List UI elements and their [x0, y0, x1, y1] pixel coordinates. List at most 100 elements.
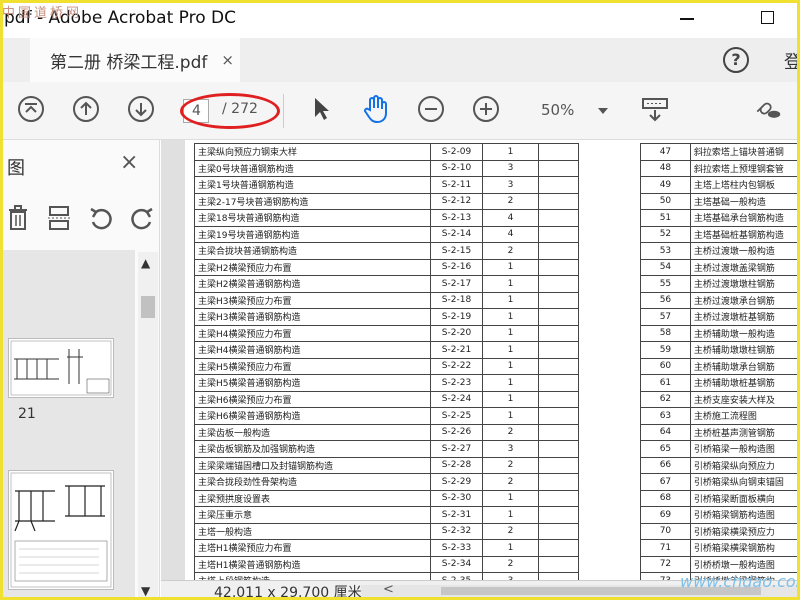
scroll-mode-icon[interactable]: [640, 94, 670, 124]
table-cell: 主梁H5横梁预应力布置: [194, 357, 431, 375]
table-cell: 61: [640, 374, 691, 392]
sign-in-link[interactable]: 登: [784, 48, 800, 74]
table-cell: [538, 522, 579, 540]
table-cell: 1: [482, 275, 539, 293]
zoom-in-icon[interactable]: [471, 94, 501, 124]
table-cell: 69: [640, 506, 691, 524]
help-icon[interactable]: ?: [723, 47, 749, 73]
table-row: 主梁18号块普通钢筋构造 S-2-13 4: [194, 209, 579, 227]
table-cell: [538, 506, 579, 524]
table-cell: 1: [482, 308, 539, 326]
table-cell: [538, 539, 579, 557]
table-cell: 引桥箱梁一般构造图: [689, 440, 800, 458]
table-cell: 主桥过渡墩墩柱钢筋: [689, 275, 800, 293]
table-cell: [538, 143, 579, 161]
rotate-left-icon[interactable]: [87, 204, 115, 236]
table-row: 67 引桥箱梁纵向钢束锚固: [640, 473, 800, 491]
table-cell: [538, 341, 579, 359]
document-tab[interactable]: 第二册 桥梁工程.pdf ×: [30, 38, 240, 82]
scroll-down-icon[interactable]: ▼: [141, 584, 150, 598]
sidebar-title: 图: [7, 158, 25, 179]
table-cell: 1: [482, 489, 539, 507]
scroll-up-icon[interactable]: ▲: [141, 256, 150, 270]
table-cell: 50: [640, 192, 691, 210]
maximize-button[interactable]: [761, 11, 774, 24]
zoom-level[interactable]: 50%: [541, 101, 574, 119]
table-cell: 引桥箱梁断面板横向: [689, 489, 800, 507]
select-arrow-icon[interactable]: [306, 94, 336, 124]
close-tab-icon[interactable]: ×: [221, 51, 234, 69]
table-cell: [538, 192, 579, 210]
table-cell: 主桥过渡墩盖梁钢筋: [689, 258, 800, 276]
table-cell: [538, 390, 579, 408]
table-cell: 3: [482, 572, 539, 580]
sidebar-scrollbar[interactable]: ▲ ▼: [138, 252, 158, 600]
table-cell: 主梁H4横梁普通钢筋构造: [194, 341, 431, 359]
table-cell: S-2-09: [430, 143, 483, 161]
document-view[interactable]: 主梁纵向预应力钢束大样 S-2-09 1 主梁0号块普通钢筋构造 S-2-10 3 主梁1号…: [161, 140, 800, 580]
table-cell: 67: [640, 473, 691, 491]
table-row: 72 引桥桥墩一般构造图: [640, 555, 800, 573]
table-cell: S-2-24: [430, 390, 483, 408]
table-cell: 1: [482, 407, 539, 425]
zoom-dropdown-icon[interactable]: [598, 108, 608, 114]
table-row: 59 主桥辅助墩墩柱钢筋: [640, 341, 800, 359]
page-thumbnail[interactable]: [8, 470, 114, 590]
table-cell: S-2-27: [430, 440, 483, 458]
table-row: 62 主桥支座安装大样及: [640, 390, 800, 408]
first-page-icon[interactable]: [16, 94, 46, 124]
table-cell: 66: [640, 456, 691, 474]
toolbar: 4 / 272 50%: [0, 82, 800, 140]
share-link-icon[interactable]: [752, 94, 782, 124]
table-row: 64 主桥桩基声测管钢筋: [640, 423, 800, 441]
table-row: 主梁压重示意 S-2-31 1: [194, 506, 579, 524]
scrollbar-thumb[interactable]: [141, 296, 155, 318]
table-row: 主梁H2横梁普通钢筋构造 S-2-17 1: [194, 275, 579, 293]
hand-tool-icon[interactable]: [361, 94, 391, 124]
table-cell: [538, 308, 579, 326]
table-cell: 主桥桩基声测管钢筋: [689, 423, 800, 441]
table-cell: 主桥过渡墩桩基钢筋: [689, 308, 800, 326]
table-cell: 1: [482, 390, 539, 408]
table-cell: 54: [640, 258, 691, 276]
table-cell: 主梁H4横梁预应力布置: [194, 324, 431, 342]
previous-page-icon[interactable]: [71, 94, 101, 124]
insert-page-icon[interactable]: [46, 204, 72, 236]
minimize-button[interactable]: [680, 18, 694, 20]
document-tab-label: 第二册 桥梁工程.pdf: [50, 52, 208, 73]
table-row: 53 主桥过渡墩一般构造: [640, 242, 800, 260]
table-row: 47 斜拉索塔上锚块普通钢: [640, 143, 800, 161]
table-cell: [538, 225, 579, 243]
table-cell: [538, 324, 579, 342]
table-cell: 主塔一般构造: [194, 522, 431, 540]
table-cell: 主桥支座安装大样及: [689, 390, 800, 408]
table-row: 58 主桥辅助墩一般构造: [640, 324, 800, 342]
table-cell: 引桥箱梁横梁钢筋构: [689, 539, 800, 557]
delete-page-icon[interactable]: [6, 204, 30, 236]
table-cell: 2: [482, 423, 539, 441]
rotate-right-icon[interactable]: [128, 204, 156, 236]
table-row: 主梁预拱度设置表 S-2-30 1: [194, 489, 579, 507]
table-cell: 主梁19号块普通钢筋构造: [194, 225, 431, 243]
scroll-left-icon[interactable]: <: [383, 582, 394, 597]
table-cell: S-2-26: [430, 423, 483, 441]
page-thumbnail[interactable]: [8, 338, 114, 398]
table-cell: 主塔基础承台钢筋构造: [689, 209, 800, 227]
table-cell: 主梁H5横梁普通钢筋构造: [194, 374, 431, 392]
table-row: 主梁纵向预应力钢束大样 S-2-09 1: [194, 143, 579, 161]
table-cell: 主梁梁端锚固槽口及封锚钢筋构造: [194, 456, 431, 474]
table-cell: 64: [640, 423, 691, 441]
table-cell: 1: [482, 143, 539, 161]
table-cell: 主梁H2横梁普通钢筋构造: [194, 275, 431, 293]
table-cell: 58: [640, 324, 691, 342]
table-cell: 65: [640, 440, 691, 458]
table-cell: [538, 176, 579, 194]
table-row: 主梁H2横梁预应力布置 S-2-16 1: [194, 258, 579, 276]
next-page-icon[interactable]: [126, 94, 156, 124]
table-cell: 引桥箱梁纵向钢束锚固: [689, 473, 800, 491]
table-row: 主梁2-17号块普通钢筋构造 S-2-12 2: [194, 192, 579, 210]
sidebar-close-icon[interactable]: ×: [120, 150, 138, 175]
table-cell: 55: [640, 275, 691, 293]
table-cell: S-2-33: [430, 539, 483, 557]
zoom-out-icon[interactable]: [416, 94, 446, 124]
